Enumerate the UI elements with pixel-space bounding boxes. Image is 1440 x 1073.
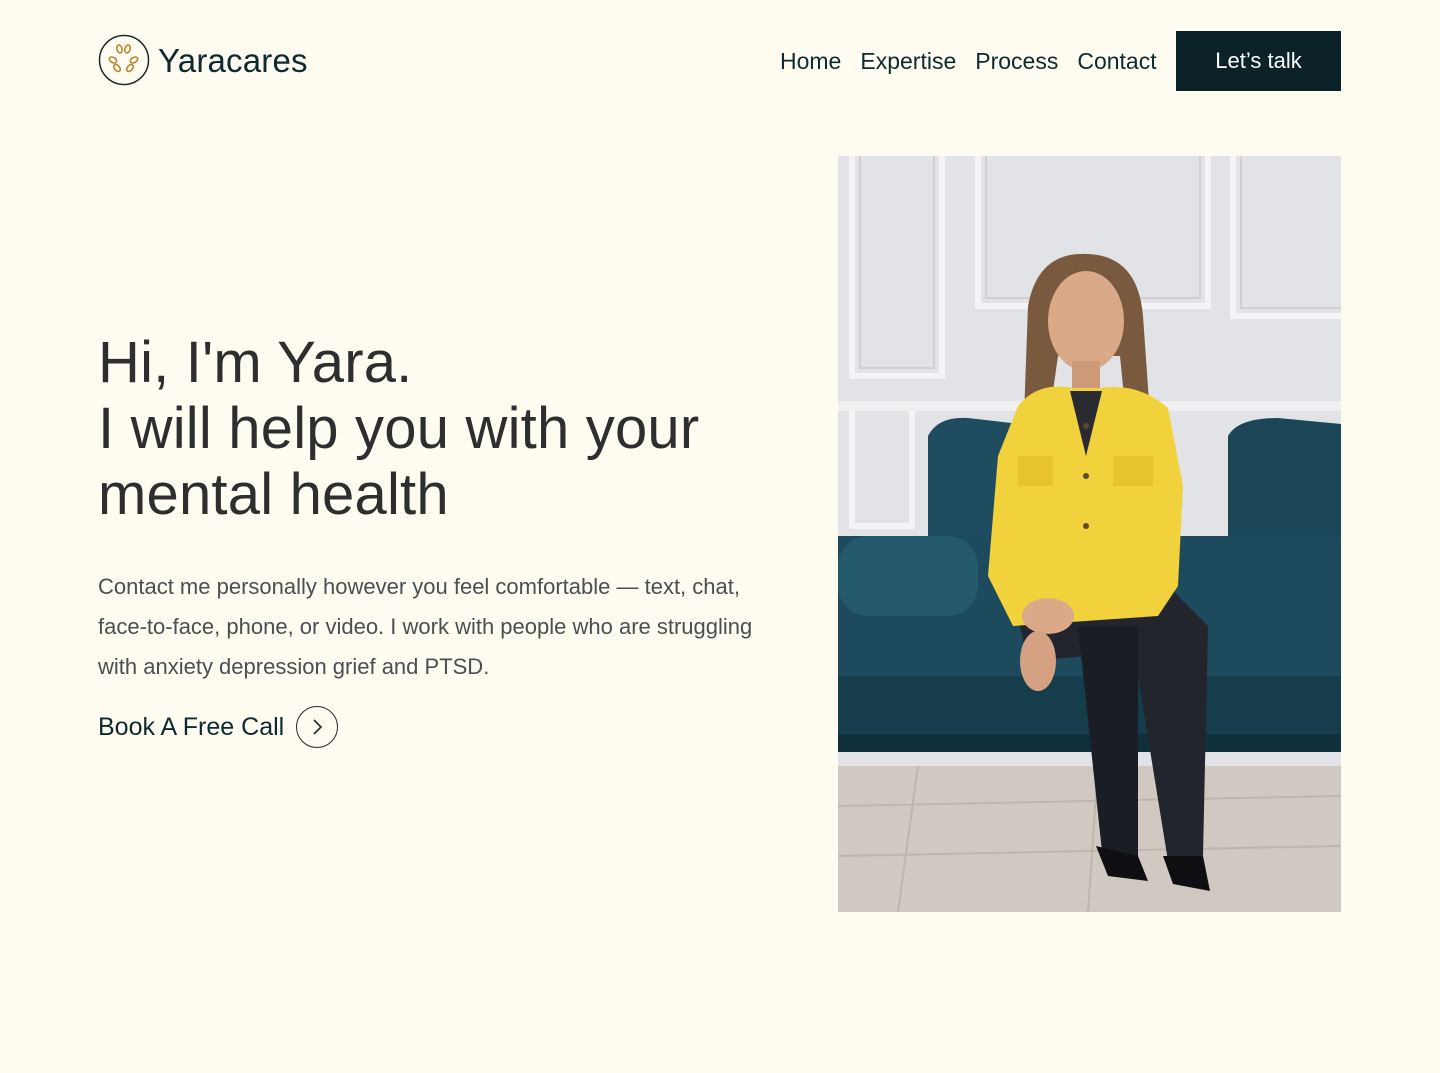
hero-title-line-2: I will help you with your (98, 396, 700, 461)
leaf-logo-icon (98, 34, 150, 86)
brand-name: Yaracares (158, 41, 308, 79)
hero-title-line-1: Hi, I'm Yara. (98, 330, 413, 395)
nav-contact[interactable]: Contact (1077, 44, 1156, 78)
nav-expertise[interactable]: Expertise (860, 44, 956, 78)
hero-description: Contact me personally however you feel c… (98, 574, 753, 679)
logo-link[interactable]: Yaracares (98, 34, 308, 86)
book-free-call-label: Book A Free Call (98, 713, 285, 741)
hero-title: Hi, I'm Yara. I will help you with your … (98, 330, 798, 528)
nav-home[interactable]: Home (780, 44, 841, 78)
book-free-call-link[interactable]: Book A Free Call (98, 706, 339, 748)
main-nav: Home Expertise Process Contact (780, 44, 1157, 78)
portrait-photo (838, 156, 1341, 912)
lets-talk-button[interactable]: Let’s talk (1176, 31, 1341, 91)
site-header: Yaracares Home Expertise Process Contact… (0, 0, 1440, 120)
nav-process[interactable]: Process (975, 44, 1058, 78)
hero-title-line-3: mental health (98, 462, 449, 527)
chevron-right-icon (296, 706, 339, 748)
